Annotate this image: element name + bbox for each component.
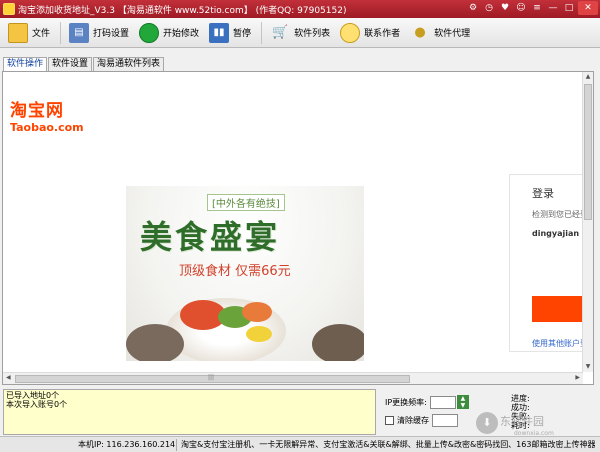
software-agent-button[interactable]: ● 软件代理 xyxy=(406,20,474,46)
window-controls: ⚙ ◷ ♥ ☺ ≡ — □ ✕ xyxy=(466,1,598,15)
ip-freq-label: IP更换频率: xyxy=(385,397,427,407)
software-list-label: 软件列表 xyxy=(294,29,331,39)
status-bar: 本机IP: 116.236.160.214 淘宝&支付宝注册机、一卡无限解异常、… xyxy=(0,436,600,452)
ad-tagline: [中外各有绝技] xyxy=(207,194,285,211)
contact-author-label: 联系作者 xyxy=(364,29,401,39)
crab-image xyxy=(312,324,364,361)
scroll-grip: ||| xyxy=(208,374,215,381)
toolbar-divider xyxy=(261,21,263,44)
lemon-image xyxy=(246,326,272,342)
heart-icon[interactable]: ♥ xyxy=(498,1,512,15)
close-button[interactable]: ✕ xyxy=(578,1,598,15)
folder-icon xyxy=(8,22,28,43)
start-button[interactable]: 开始修改 xyxy=(135,20,203,46)
start-label: 开始修改 xyxy=(163,29,200,39)
ad-subline: 顶级食材 仅需66元 xyxy=(179,264,291,279)
shrimp-image xyxy=(242,302,272,322)
app-icon xyxy=(3,3,15,15)
pause-button[interactable]: ▮▮ 暂停 xyxy=(205,20,255,46)
contact-author-button[interactable]: 联系作者 xyxy=(336,20,404,46)
tab-software-settings[interactable]: 软件设置 xyxy=(48,57,93,71)
log-line: 本次导入账号0个 xyxy=(6,400,68,409)
vertical-scroll-thumb[interactable] xyxy=(584,84,592,220)
clear-cache-label: 清除缓存 xyxy=(397,415,429,425)
tab-software-list[interactable]: 淘易通软件列表 xyxy=(93,57,165,71)
local-ip: 本机IP: 116.236.160.214 xyxy=(78,440,176,449)
file-label: 文件 xyxy=(32,29,51,39)
log-textarea[interactable]: 已导入地址0个 本次导入账号0个 xyxy=(3,389,376,435)
clear-cache-checkbox[interactable] xyxy=(385,415,394,425)
ip-freq-spinner[interactable]: ▲ ▼ xyxy=(456,395,469,409)
scroll-up-icon[interactable]: ▲ xyxy=(583,72,593,82)
login-title: 登录 xyxy=(532,187,554,200)
toolbar-divider xyxy=(60,21,62,44)
skin-icon[interactable]: ◷ xyxy=(482,1,496,15)
chat-bubble-icon xyxy=(340,22,361,43)
embedded-browser: 淘宝网 Taobao.com [中外各有绝技] 美食盛宴 顶级食材 仅需66元 … xyxy=(2,71,594,385)
scroll-left-icon[interactable]: ◀ xyxy=(6,374,11,381)
other-account-link[interactable]: 使用其他账户登 xyxy=(532,338,588,349)
status-ad-text[interactable]: 淘宝&支付宝注册机、一卡无限解异常、支付宝激活&关联&解绑、批量上传&改密&密码… xyxy=(177,439,595,450)
title-bar: 淘宝添加收货地址_V3.3 【淘易通软件 www.52tio.com】 (作者Q… xyxy=(0,0,600,18)
ip-controls: IP更换频率: ▲ ▼ 清除缓存 xyxy=(385,394,469,428)
vertical-scrollbar[interactable]: ▲ ▼ xyxy=(582,72,593,372)
ad-headline: 美食盛宴 xyxy=(140,218,281,256)
download-icon: ⬇ xyxy=(476,412,498,434)
software-list-button[interactable]: 🛒 软件列表 xyxy=(266,20,334,46)
toolbar: 文件 ▤ 打码设置 开始修改 ▮▮ 暂停 🛒 软件列表 联系作者 ● 软件代理 xyxy=(0,18,600,48)
pause-label: 暂停 xyxy=(233,29,252,39)
cart-icon: 🛒 xyxy=(271,25,289,40)
scroll-right-icon[interactable]: ▶ xyxy=(575,374,580,381)
login-username: dingyajian xyxy=(532,229,580,238)
captcha-settings-label: 打码设置 xyxy=(93,29,130,39)
start-icon xyxy=(139,22,160,43)
tab-strip: 软件操作 软件设置 淘易通软件列表 xyxy=(3,57,165,72)
software-agent-label: 软件代理 xyxy=(434,29,471,39)
face-icon[interactable]: ☺ xyxy=(514,1,528,15)
clear-cache-input[interactable] xyxy=(432,413,458,427)
window-title: 淘宝添加收货地址_V3.3 【淘易通软件 www.52tio.com】 (作者Q… xyxy=(18,5,347,16)
food-ad-banner[interactable]: [中外各有绝技] 美食盛宴 顶级食材 仅需66元 xyxy=(126,186,364,361)
success-label: 成功: xyxy=(511,403,530,412)
coins-icon: ● xyxy=(414,25,426,40)
printer-icon: ▤ xyxy=(69,22,90,43)
log-line: 已导入地址0个 xyxy=(6,391,60,400)
settings-icon[interactable]: ⚙ xyxy=(466,1,480,15)
logo-text-cn: 淘宝网 xyxy=(10,101,64,121)
maximize-button[interactable]: □ xyxy=(562,1,576,15)
horizontal-scrollbar[interactable]: ◀ ||| ▶ xyxy=(3,372,583,384)
pause-icon: ▮▮ xyxy=(209,22,230,43)
ip-freq-input[interactable] xyxy=(429,395,456,409)
scroll-down-icon[interactable]: ▼ xyxy=(583,362,593,372)
login-hint: 检测到您已经登 xyxy=(532,210,588,219)
file-button[interactable]: 文件 xyxy=(4,20,54,46)
progress-label: 进度: xyxy=(511,394,530,403)
tab-software-operation[interactable]: 软件操作 xyxy=(3,57,48,72)
taobao-logo[interactable]: 淘宝网 Taobao.com xyxy=(10,96,84,134)
captcha-settings-button[interactable]: ▤ 打码设置 xyxy=(65,20,133,46)
minimize-button[interactable]: — xyxy=(546,1,560,15)
watermark-text: 东软件园 xyxy=(500,415,544,428)
logo-text-en: Taobao.com xyxy=(10,121,84,134)
menu-icon[interactable]: ≡ xyxy=(530,1,544,15)
crab-image xyxy=(126,324,184,361)
